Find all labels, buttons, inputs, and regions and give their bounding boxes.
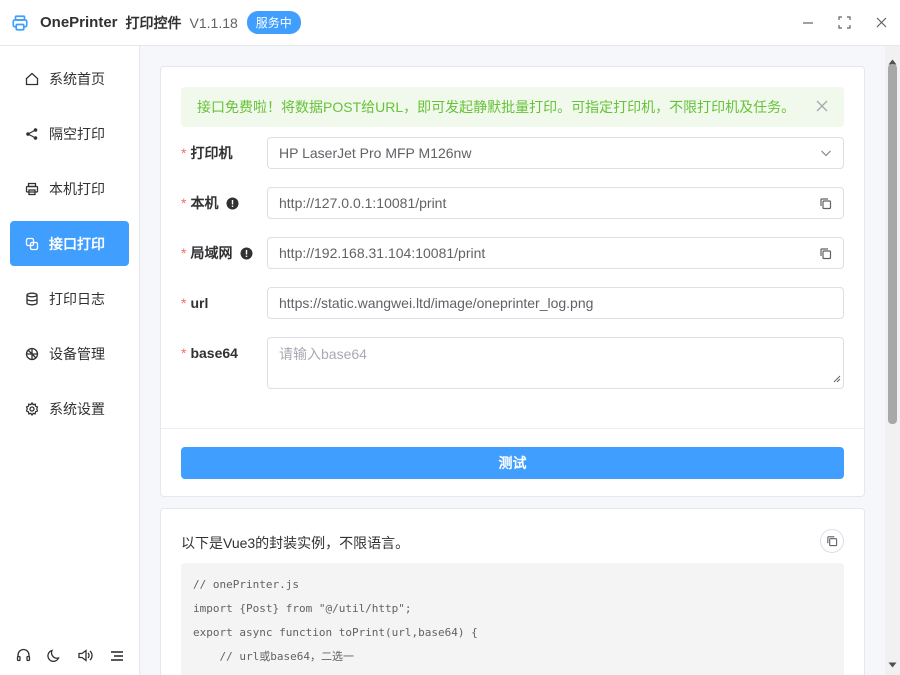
minimize-icon [802,21,813,24]
app-name: OnePrinter [40,14,118,31]
sidebar-item-devices[interactable]: 设备管理 [10,331,129,376]
sidebar-item-print-log[interactable]: 打印日志 [10,276,129,321]
lan-url-field[interactable]: http://192.168.31.104:10081/print [267,237,844,269]
sidebar-item-home[interactable]: 系统首页 [10,56,129,101]
share-icon [24,126,40,142]
device-icon [24,346,40,362]
code-line: import {Post} from "@/util/http"; [193,602,412,615]
copy-icon[interactable] [819,197,832,210]
sidebar-item-label: 系统设置 [49,400,105,417]
maximize-button[interactable] [826,0,863,46]
form-row-base64: * base64 请输入base64 [181,337,844,389]
divider [161,428,864,429]
status-badge: 服务中 [246,11,301,34]
code-block: // onePrinter.js import {Post} from "@/u… [181,563,844,675]
alert-text: 接口免费啦！将数据POST给URL，即可发起静默批量打印。可指定打印机，不限打印… [197,99,796,115]
close-icon[interactable] [816,99,828,115]
local-url-value: http://127.0.0.1:10081/print [279,195,447,211]
test-button[interactable]: 测试 [181,447,844,479]
base64-label: base64 [190,345,238,361]
chevron-down-icon [820,147,832,159]
copy-code-button[interactable] [820,529,844,553]
app-subtitle: 打印控件 [125,14,182,31]
home-icon [24,71,40,87]
url-value: https://static.wangwei.ltd/image/oneprin… [279,295,594,311]
close-window-button[interactable] [863,0,900,46]
sidebar-item-api-print[interactable]: 接口打印 [10,221,129,266]
database-icon [24,291,40,307]
local-label: 本机 [190,195,219,211]
sidebar-item-settings[interactable]: 系统设置 [10,386,129,431]
menu-icon[interactable] [110,649,124,666]
form-row-url: * url https://static.wangwei.ltd/image/on… [181,287,844,319]
maximize-icon [838,16,851,29]
sidebar-item-label: 隔空打印 [49,125,105,142]
info-icon[interactable] [226,197,239,210]
base64-textarea[interactable]: 请输入base64 [267,337,844,389]
printer-icon [0,14,40,32]
api-print-card: 接口免费啦！将数据POST给URL，即可发起静默批量打印。可指定打印机，不限打印… [160,66,865,497]
example-card: 以下是Vue3的封装实例，不限语言。 // onePrinter.js impo… [160,508,865,675]
scroll-down-icon[interactable] [888,655,897,671]
sidebar-item-airprint[interactable]: 隔空打印 [10,111,129,156]
speaker-icon[interactable] [77,648,94,666]
close-icon [876,17,887,28]
sidebar-item-label: 打印日志 [49,290,105,307]
copy-icon[interactable] [819,247,832,260]
lan-label: 局域网 [190,245,233,261]
title-bar: OnePrinter 打印控件 V1.1.18 服务中 [0,0,900,46]
url-input[interactable]: https://static.wangwei.ltd/image/oneprin… [267,287,844,319]
sidebar-item-label: 接口打印 [49,235,105,252]
code-line: export async function toPrint(url,base64… [193,626,478,639]
copy-icon [827,536,838,547]
printer-icon [24,181,40,197]
minimize-button[interactable] [789,0,826,46]
vertical-scrollbar[interactable] [885,46,900,675]
headset-icon[interactable] [16,648,31,666]
sidebar-item-label: 本机打印 [49,180,105,197]
code-line: // url或base64，二选一 [193,650,354,663]
url-label: url [190,295,209,311]
base64-placeholder: 请输入base64 [279,346,367,362]
printer-label: 打印机 [190,145,233,161]
sidebar-item-label: 系统首页 [49,70,105,87]
printer-select[interactable]: HP LaserJet Pro MFP M126nw [267,137,844,169]
info-icon[interactable] [240,247,253,260]
example-title: 以下是Vue3的封装实例，不限语言。 [181,535,410,551]
sidebar-item-label: 设备管理 [49,345,105,362]
local-url-field[interactable]: http://127.0.0.1:10081/print [267,187,844,219]
scrollbar-thumb[interactable] [888,64,897,424]
sidebar-item-local-print[interactable]: 本机打印 [10,166,129,211]
resize-handle-icon[interactable] [833,370,841,386]
code-line: // onePrinter.js [193,578,299,591]
moon-icon[interactable] [46,648,62,666]
printer-value: HP LaserJet Pro MFP M126nw [279,145,472,161]
main-content: 接口免费啦！将数据POST给URL，即可发起静默批量打印。可指定打印机，不限打印… [140,46,885,675]
form-row-lan: * 局域网 http://192.168.31.104:10081/print [181,237,844,269]
sidebar: 系统首页 隔空打印 本机打印 接口打印 打印日志 设备管理 系统设置 [0,46,140,675]
gear-icon [24,401,40,417]
info-alert: 接口免费啦！将数据POST给URL，即可发起静默批量打印。可指定打印机，不限打印… [181,87,844,127]
form-row-printer: * 打印机 HP LaserJet Pro MFP M126nw [181,137,844,169]
lan-url-value: http://192.168.31.104:10081/print [279,245,486,261]
form-row-local: * 本机 http://127.0.0.1:10081/print [181,187,844,219]
api-icon [24,236,40,252]
app-version: V1.1.18 [189,14,238,31]
